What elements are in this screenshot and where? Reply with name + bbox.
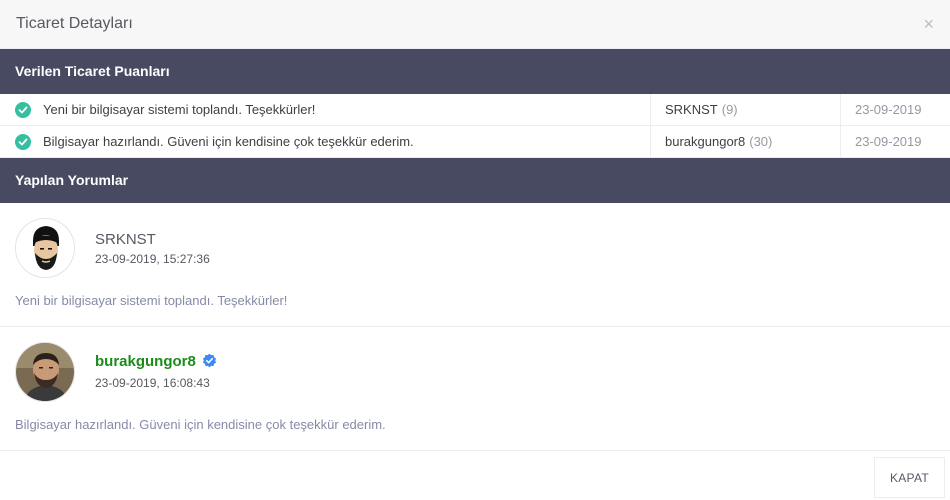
rating-date: 23-09-2019 <box>840 126 950 157</box>
rating-message-cell: Yeni bir bilgisayar sistemi toplandı. Te… <box>0 94 650 125</box>
comment-text: Bilgisayar hazırlandı. Güveni için kendi… <box>15 417 386 432</box>
comment-author[interactable]: burakgungor8 <box>95 353 196 370</box>
modal-header: Ticaret Detayları × <box>0 0 950 49</box>
avatar[interactable] <box>15 218 75 278</box>
rating-user-count: (30) <box>749 134 773 149</box>
rating-date: 23-09-2019 <box>840 94 950 125</box>
rating-user[interactable]: SRKNST <box>665 102 718 117</box>
trade-details-modal: Ticaret Detayları × Verilen Ticaret Puan… <box>0 0 950 500</box>
comments-section-title: Yapılan Yorumlar <box>0 158 950 203</box>
check-circle-icon <box>15 133 31 150</box>
comment-item: SRKNST 23-09-2019, 15:27:36 Yeni bir bil… <box>0 203 950 327</box>
rating-user-cell: SRKNST (9) <box>650 94 840 125</box>
rating-message: Yeni bir bilgisayar sistemi toplandı. Te… <box>43 102 316 117</box>
comment-item: burakgungor8 23-09-2019, 16:08:43 Bilgis… <box>0 327 950 451</box>
check-circle-icon <box>15 101 31 118</box>
close-icon[interactable]: × <box>923 14 934 34</box>
modal-footer: KAPAT <box>0 451 950 500</box>
table-row: Bilgisayar hazırlandı. Güveni için kendi… <box>0 126 950 158</box>
comment-date: 23-09-2019, 16:08:43 <box>95 376 210 390</box>
rating-user-cell: burakgungor8 (30) <box>650 126 840 157</box>
comment-date: 23-09-2019, 15:27:36 <box>95 252 210 266</box>
comment-text: Yeni bir bilgisayar sistemi toplandı. Te… <box>15 293 288 308</box>
rating-message: Bilgisayar hazırlandı. Güveni için kendi… <box>43 134 414 149</box>
rating-user-count: (9) <box>721 102 738 117</box>
comment-author[interactable]: SRKNST <box>95 231 156 248</box>
table-row: Yeni bir bilgisayar sistemi toplandı. Te… <box>0 94 950 126</box>
modal-title: Ticaret Detayları <box>16 15 133 32</box>
rating-user[interactable]: burakgungor8 <box>665 134 745 149</box>
comment-author-wrap: burakgungor8 <box>95 353 217 370</box>
rating-message-cell: Bilgisayar hazırlandı. Güveni için kendi… <box>0 126 650 157</box>
avatar[interactable] <box>15 342 75 402</box>
verified-badge-icon <box>202 353 216 368</box>
close-button[interactable]: KAPAT <box>874 457 945 498</box>
ratings-table: Yeni bir bilgisayar sistemi toplandı. Te… <box>0 94 950 158</box>
ratings-section-title: Verilen Ticaret Puanları <box>0 49 950 94</box>
